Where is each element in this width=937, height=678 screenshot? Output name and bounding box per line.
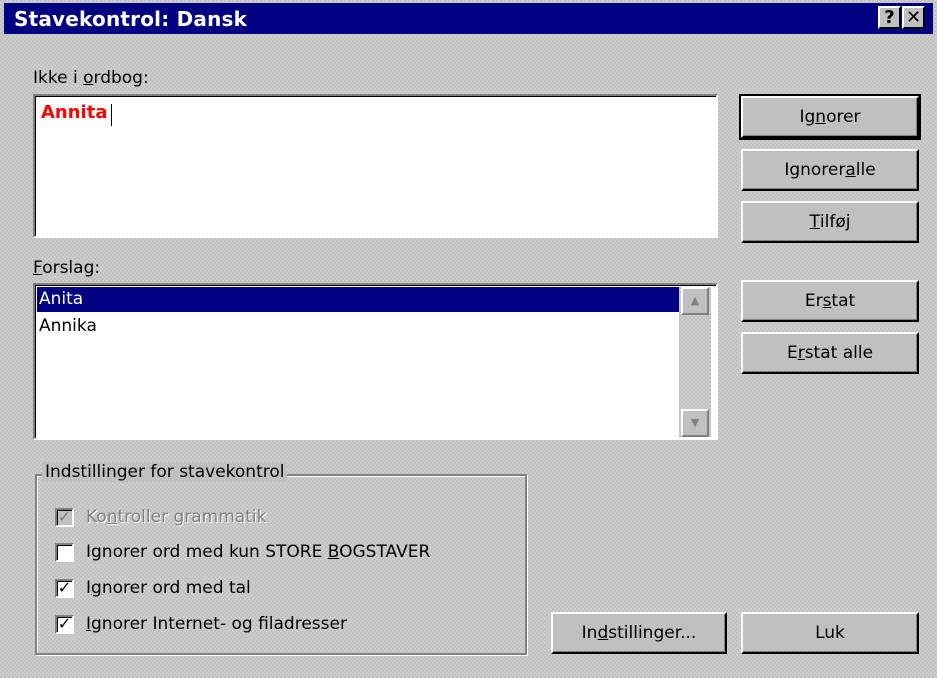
suggestion-item-annika[interactable]: Annika [37, 314, 679, 339]
add-button[interactable]: Tilføj [741, 201, 919, 243]
check-mark-icon: ✓ [57, 614, 72, 633]
help-icon: ? [884, 7, 895, 28]
scroll-up-icon: ▲ [690, 294, 700, 307]
suggestions-label: Forslag: [33, 258, 101, 278]
not-in-dictionary-field[interactable]: Annita [33, 94, 718, 238]
ignore-uppercase-label: Ignorer ord med kun STORE BOGSTAVER [86, 542, 431, 562]
check-mark-icon: ✓ [57, 578, 72, 597]
check-grammar-checkbox[interactable]: ✓ [55, 508, 74, 527]
ignore-button[interactable]: Ig n orer [739, 94, 921, 140]
check-grammar-label: Kontroller grammatik [86, 507, 267, 527]
scroll-down-button[interactable]: ▼ [681, 409, 709, 437]
ignore-uppercase-checkbox[interactable] [55, 543, 74, 562]
ignore-all-button[interactable]: Ignorer a lle [741, 149, 919, 191]
scroll-up-button[interactable]: ▲ [681, 287, 709, 315]
replace-button[interactable]: Er s tat [741, 280, 919, 322]
misspelled-word: Annita [41, 102, 108, 123]
scroll-down-icon: ▼ [690, 416, 700, 429]
close-button[interactable]: Luk [741, 612, 919, 654]
ignore-internet-label: Ignorer Internet- og filadresser [86, 614, 347, 634]
ignore-numbers-label: Ignorer ord med tal [86, 578, 251, 598]
options-group-legend: Indstillinger for stavekontrol [42, 462, 288, 482]
window-title: Stavekontrol: Dansk [14, 7, 248, 31]
close-icon: ✕ [905, 7, 922, 28]
suggestions-scrollbar[interactable]: ▲ ▼ [679, 287, 711, 437]
not-in-dictionary-label: Ikke i ordbog: [33, 68, 149, 88]
title-bar: Stavekontrol: Dansk ? ✕ [4, 3, 933, 34]
spellcheck-dialog: { "window": { "title": "Stavekontrol: Da… [0, 0, 937, 678]
close-window-button[interactable]: ✕ [902, 6, 925, 29]
text-caret [111, 104, 112, 126]
options-button[interactable]: In d stillinger... [551, 612, 727, 654]
suggestions-list[interactable]: Anita Annika ▲ ▼ [33, 283, 718, 440]
help-button[interactable]: ? [878, 6, 901, 29]
ignore-numbers-checkbox[interactable]: ✓ [55, 579, 74, 598]
suggestion-item-anita[interactable]: Anita [37, 287, 679, 312]
replace-all-button[interactable]: Er stat alle [741, 332, 919, 374]
ignore-internet-checkbox[interactable]: ✓ [55, 615, 74, 634]
check-mark-icon: ✓ [57, 507, 72, 526]
